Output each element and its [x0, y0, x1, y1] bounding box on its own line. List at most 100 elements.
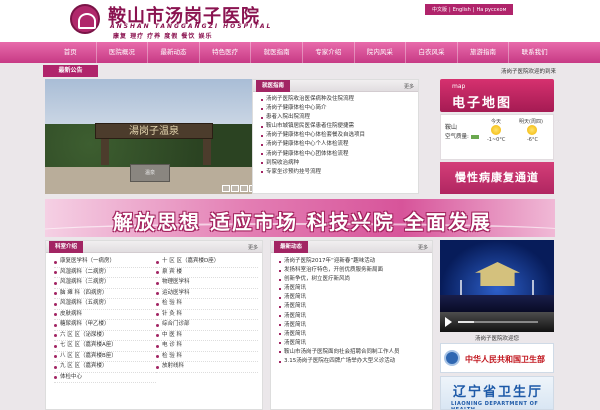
guide-item[interactable]: 鞍山市城镇居民医保患者住院便捷需 — [261, 122, 414, 131]
lang-english-link[interactable]: English — [451, 7, 473, 13]
dept-item[interactable]: 十 区 区（嘉宾楼D座） — [156, 257, 258, 268]
guide-item[interactable]: 患者入院出院流程 — [261, 113, 414, 122]
weather-widget: 鞍山 空气质量: 今天 -1~0°C 明天(周四) -6°C — [440, 114, 554, 160]
dept-more-link[interactable]: 更多 — [248, 244, 258, 251]
dept-item[interactable]: 康复医学科（一病房） — [54, 257, 156, 268]
nav-home[interactable]: 首页 — [45, 42, 97, 63]
dept-item[interactable]: 电 诊 科 — [156, 341, 258, 352]
guide-item[interactable]: 汤岗子健康体检中心团体体检流程 — [261, 150, 414, 159]
slide-thumb[interactable] — [222, 185, 230, 192]
dept-item[interactable]: 风湿病科（二病房） — [54, 268, 156, 278]
main-nav: 首页 医院概况 最新动态 特色医疗 就医指南 专家介绍 院内风采 白衣风采 旅游… — [0, 42, 600, 63]
news-item[interactable]: 汤医简讯 — [279, 284, 428, 293]
slideshow[interactable]: 湯岗子温泉 温泉 6 — [45, 79, 268, 194]
news-list: 汤岗子医院2017年“迎新春”趣味活动 发扬科室治疗特色，开创优质服务新局面 创… — [271, 253, 432, 366]
nav-overview[interactable]: 医院概况 — [97, 42, 149, 63]
news-panel: 最新动态 更多 汤岗子医院2017年“迎新春”趣味活动 发扬科室治疗特色，开创优… — [270, 240, 433, 410]
dept-item[interactable]: 运动医学科 — [156, 289, 258, 299]
news-item[interactable]: 汤医简讯 — [279, 302, 428, 311]
news-item[interactable]: 汤医简讯 — [279, 312, 428, 321]
site-subtitle: ANSHAN TANGGANGZI HOSPITAL — [110, 23, 273, 30]
gate-post-right — [203, 137, 211, 165]
video-controls — [440, 312, 554, 332]
slide-thumb[interactable] — [231, 185, 239, 192]
sun-icon — [491, 125, 501, 135]
map-label: 电子地图 — [452, 96, 513, 111]
moh-link[interactable]: 中华人民共和国卫生部 — [440, 343, 554, 373]
guide-item[interactable]: 专家坐诊预约挂号流程 — [261, 168, 414, 177]
news-item[interactable]: 汤医简讯 — [279, 293, 428, 302]
ln-health-label: 辽宁省卫生厅 — [453, 385, 544, 400]
nav-gallery[interactable]: 院内风采 — [355, 42, 407, 63]
dept-item[interactable]: 糖尿病科（甲乙楼） — [54, 320, 156, 331]
air-quality-label: 空气质量: — [445, 134, 469, 140]
guide-item[interactable]: 汤岗子健康体检中心个人体检流程 — [261, 140, 414, 149]
dept-item[interactable]: 中 医 科 — [156, 331, 258, 341]
news-item[interactable]: 创新争优，树立医疗新风尚 — [279, 275, 428, 284]
news-item[interactable]: 3.15汤岗子医院在四牌广场举办大型义诊活动 — [279, 357, 428, 366]
gate-sign: 湯岗子温泉 — [95, 123, 213, 139]
guide-item[interactable]: 汤岗子医院收治医保病种及住院流程 — [261, 95, 414, 104]
news-item[interactable]: 汤医简讯 — [279, 321, 428, 330]
dept-item[interactable]: 六 区 区（泌尿楼） — [54, 331, 156, 341]
dept-item[interactable]: 皮肤病科 — [54, 310, 156, 320]
dept-item[interactable]: 检 验 科 — [156, 352, 258, 362]
nav-guide[interactable]: 就医指南 — [251, 42, 303, 63]
nav-staff[interactable]: 白衣风采 — [406, 42, 458, 63]
nav-contact[interactable]: 联系我们 — [509, 42, 560, 63]
banner-slogan: 解放思想 适应市场 科技兴院 全面发展 — [113, 210, 492, 234]
news-item[interactable]: 发扬科室治疗特色，开创优质服务新局面 — [279, 266, 428, 275]
weather-today-temp: -1~0°C — [487, 137, 506, 143]
weather-tomorrow-label: 明天(周四) — [519, 119, 543, 125]
hospital-logo-icon[interactable] — [70, 4, 100, 34]
video-player[interactable] — [440, 240, 554, 332]
dept-item[interactable]: 放射线科 — [156, 362, 258, 373]
dept-item[interactable]: 风湿病科（五病房） — [54, 299, 156, 310]
chronic-rehab-button[interactable]: 慢性病康复通道 — [440, 162, 554, 194]
dept-item[interactable]: 针 灸 科 — [156, 310, 258, 320]
dept-item[interactable]: 泉 宾 楼 — [156, 268, 258, 278]
dept-item[interactable]: 体检中心 — [54, 373, 156, 383]
lang-russian-link[interactable]: На русском — [474, 7, 508, 13]
guide-item[interactable]: 汤岗子健康体检中心简介 — [261, 104, 414, 113]
video-progress-bar[interactable] — [458, 321, 538, 323]
news-item[interactable]: 汤医简讯 — [279, 330, 428, 339]
guide-panel: 就医指南 更多 汤岗子医院收治医保病种及住院流程 汤岗子健康体检中心简介 患者入… — [252, 79, 419, 194]
dept-item[interactable]: 物理医学科 — [156, 278, 258, 289]
slogan-banner: 解放思想 适应市场 科技兴院 全面发展 — [45, 199, 555, 237]
news-item[interactable]: 汤岗子医院2017年“迎新春”趣味活动 — [279, 257, 428, 266]
lang-chinese-link[interactable]: 中文版 — [430, 7, 449, 13]
guide-list: 汤岗子医院收治医保病种及住院流程 汤岗子健康体检中心简介 患者入院出院流程 鞍山… — [253, 92, 418, 177]
dept-panel: 科室介绍 更多 康复医学科（一病房） 风湿病科（二病房） 风湿病科（三病房） 脑… — [45, 240, 263, 410]
nav-news[interactable]: 最新动态 — [148, 42, 200, 63]
notice-marquee[interactable]: 汤岗子医院欢迎的到来 — [501, 67, 556, 75]
news-panel-title: 最新动态 — [274, 241, 309, 253]
dept-item[interactable]: 九 区 区（嘉宾楼） — [54, 362, 156, 373]
dept-item[interactable]: 风湿病科（三病房） — [54, 278, 156, 289]
dept-item[interactable]: 脑 瘫 科（四病房） — [54, 289, 156, 299]
nav-experts[interactable]: 专家介绍 — [303, 42, 355, 63]
guide-more-link[interactable]: 更多 — [404, 83, 414, 90]
weather-city: 鞍山 — [445, 124, 458, 131]
air-quality-indicator — [470, 134, 479, 139]
notice-title: 最新公告 — [43, 65, 98, 77]
dept-item[interactable]: 综合门诊部 — [156, 320, 258, 331]
dept-item[interactable]: 检 验 科 — [156, 299, 258, 310]
weather-today-label: 今天 — [491, 119, 502, 125]
e-map-button[interactable]: map 电子地图 — [440, 79, 554, 112]
nav-travel[interactable]: 旅游指南 — [458, 42, 510, 63]
news-item[interactable]: 鞍山市汤岗子医院面向社会招聘合同制工作人员 — [279, 348, 428, 357]
ln-health-link[interactable]: 辽宁省卫生厅 LIAONING DEPARTMENT OF HEALTH — [440, 376, 554, 410]
dept-item[interactable]: 七 区 区（嘉宾楼A座） — [54, 341, 156, 352]
guide-item[interactable]: 到院收治病种 — [261, 159, 414, 168]
ln-health-label-en: LIAONING DEPARTMENT OF HEALTH — [451, 401, 539, 410]
nav-specialty[interactable]: 特色医疗 — [200, 42, 252, 63]
news-item[interactable]: 汤医简讯 — [279, 339, 428, 348]
slide-thumb[interactable] — [240, 185, 248, 192]
news-more-link[interactable]: 更多 — [418, 244, 428, 251]
guide-item[interactable]: 汤岗子健康体检中心体检套餐及自选项目 — [261, 131, 414, 140]
notice-bar: 最新公告 汤岗子医院欢迎的到来 — [43, 65, 558, 77]
video-progress-fill — [458, 321, 474, 323]
play-icon[interactable] — [445, 317, 452, 327]
dept-item[interactable]: 八 区 区（嘉宾楼B座） — [54, 352, 156, 362]
